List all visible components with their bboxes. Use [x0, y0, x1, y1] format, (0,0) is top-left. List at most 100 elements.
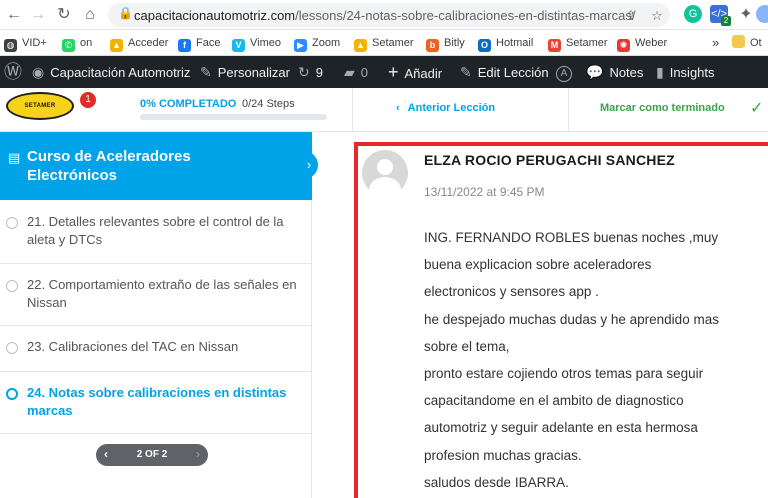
course-header: SETAMER 1 0% COMPLETADO 0/24 Steps ‹ Ante… [0, 88, 768, 132]
lesson-status-icon [6, 342, 18, 354]
lesson-item-24[interactable]: 24. Notas sobre calibraciones en distint… [0, 372, 312, 434]
gmail-icon: M [548, 39, 561, 52]
wordpress-icon[interactable]: Ⓦ [4, 56, 22, 88]
bookmark-item[interactable]: ◍ VID+ [4, 34, 47, 52]
profile-avatar[interactable] [756, 5, 768, 23]
grammarly-icon[interactable]: G [684, 5, 702, 23]
lesson-item-22[interactable]: 22. Comportamiento extraño de las señale… [0, 264, 312, 326]
star-icon[interactable]: ☆ [648, 7, 666, 25]
notes-menu[interactable]: 💬 Notes [586, 56, 643, 88]
plus-icon: + [388, 62, 399, 82]
pager-next-icon[interactable]: › [196, 447, 200, 461]
updates-icon: ↻ [298, 64, 310, 80]
new-label: Añadir [404, 66, 443, 81]
logo-text: SETAMER [24, 103, 56, 109]
address-bar[interactable]: 🔒 capacitacionautomotriz.com/lessons/24-… [108, 3, 670, 27]
other-bookmarks-label: Ot [750, 37, 762, 49]
home-icon[interactable]: ⌂ [80, 5, 100, 25]
drive-icon: ▲ [354, 39, 367, 52]
previous-lesson-label: Anterior Lección [407, 102, 496, 114]
comment-line: he despejado muchas dudas y he aprendido… [424, 311, 719, 327]
facebook-icon: f [178, 39, 191, 52]
back-icon[interactable]: ← [4, 5, 24, 25]
wp-admin-bar: Ⓦ ◉ Capacitación Automotriz ✎ Personalizar… [0, 56, 768, 88]
site-name: Capacitación Automotriz [50, 65, 191, 80]
comment-avatar [362, 150, 408, 196]
notes-icon: 💬 [586, 64, 604, 80]
a-icon[interactable]: A [556, 56, 578, 88]
share-icon[interactable]: ⇪ [622, 7, 640, 25]
bookmark-label: Zoom [312, 37, 341, 49]
book-icon: ▤ [8, 150, 21, 165]
vimeo-icon: V [232, 39, 245, 52]
customize-menu[interactable]: ✎ Personalizar [200, 56, 290, 88]
bookmark-item[interactable]: ✆ on [62, 34, 92, 52]
progress-bar [140, 114, 327, 120]
bookmark-item[interactable]: V Vimeo [232, 34, 281, 52]
bookmark-item[interactable]: f Face [178, 34, 220, 52]
puzzle-icon[interactable]: ✦ [736, 5, 756, 25]
url-path: /lessons/24-notas-sobre-calibraciones-en… [295, 8, 636, 23]
lesson-title: 22. Comportamiento extraño de las señale… [27, 277, 297, 310]
other-bookmarks[interactable]: Ot [732, 34, 762, 52]
whatsapp-icon: ✆ [62, 39, 75, 52]
comment-card: ELZA ROCIO PERUGACHI SANCHEZ 13/11/2022 … [354, 142, 768, 498]
course-title: Curso de Aceleradores Electrónicos [27, 148, 191, 184]
bookmark-label: Weber [635, 37, 668, 49]
bookmark-item[interactable]: ✺ Weber [617, 34, 667, 52]
zoom-icon: ▶ [294, 39, 307, 52]
bookmarks-more-button[interactable]: » [712, 34, 719, 52]
lesson-status-icon [6, 388, 18, 400]
bookmark-label: Vimeo [250, 37, 281, 49]
bookmark-label: Acceder [128, 37, 169, 49]
comment-line: ING. FERNANDO ROBLES buenas noches ,muy [424, 230, 719, 245]
customize-label: Personalizar [217, 65, 290, 80]
mark-complete-button[interactable]: Marcar como terminado [600, 102, 725, 114]
course-title-header[interactable]: ▤ Curso de Aceleradores Electrónicos [0, 132, 312, 200]
reload-icon[interactable]: ↻ [54, 5, 74, 25]
bookmark-item[interactable]: ▲ Setamer [354, 34, 414, 52]
forward-icon[interactable]: → [28, 5, 48, 25]
bookmark-item[interactable]: ▶ Zoom [294, 34, 340, 52]
bookmark-label: Hotmail [496, 37, 534, 49]
comment-date[interactable]: 13/11/2022 at 9:45 PM [424, 185, 545, 199]
weber-icon: ✺ [617, 39, 630, 52]
comment-line: profesion muchas gracias. [424, 447, 582, 463]
updates-menu[interactable]: ↻ 9 [298, 56, 323, 88]
insights-menu[interactable]: ▮ Insights [656, 56, 715, 88]
bookmark-item[interactable]: ▲ Acceder [110, 34, 168, 52]
comments-menu[interactable]: ▰ 0 [344, 56, 368, 88]
url-domain: capacitacionautomotriz.com [134, 8, 296, 23]
brush-icon: ✎ [200, 64, 212, 80]
comment-body: ING. FERNANDO ROBLES buenas noches ,muy b… [424, 224, 768, 496]
check-icon[interactable]: ✓ [750, 98, 763, 118]
previous-lesson-button[interactable]: ‹ Anterior Lección [396, 102, 495, 114]
edit-lesson-menu[interactable]: ✎ Edit Lección [460, 56, 549, 88]
comment-line: saludos desde IBARRA. [424, 474, 569, 490]
insights-label: Insights [669, 65, 715, 80]
lock-icon: 🔒 [118, 6, 133, 20]
comments-count: 0 [360, 65, 369, 80]
extension-badge: 2 [721, 16, 731, 26]
bookmark-label: VID+ [22, 37, 47, 49]
notes-label: Notes [609, 65, 644, 80]
lesson-item-21[interactable]: 21. Detalles relevantes sobre el control… [0, 200, 312, 264]
bookmark-item[interactable]: O Hotmail [478, 34, 533, 52]
bookmarks-bar: ◍ VID+ ✆ on ▲ Acceder f Face V Vimeo ▶ Zoom ▲ Setamer… [0, 30, 768, 56]
edit-label: Edit Lección [477, 65, 549, 80]
new-menu[interactable]: + Añadir [388, 56, 442, 88]
sidebar-toggle[interactable]: › [300, 151, 318, 179]
setamer-logo[interactable]: SETAMER [6, 92, 74, 120]
dashboard-icon: ◉ [32, 64, 45, 80]
comment-icon: ▰ [344, 64, 355, 80]
browser-toolbar: ← → ↻ ⌂ 🔒 capacitacionautomotriz.com/les… [0, 0, 768, 30]
lesson-status-icon [6, 280, 18, 292]
updates-count: 9 [315, 65, 323, 80]
lesson-status-icon [6, 217, 18, 229]
lesson-title: 23. Calibraciones del TAC en Nissan [27, 339, 239, 354]
bookmark-item[interactable]: b Bitly [426, 34, 465, 52]
lesson-item-23[interactable]: 23. Calibraciones del TAC en Nissan [0, 326, 312, 372]
bookmark-item[interactable]: M Setamer [548, 34, 608, 52]
bookmark-label: Bitly [444, 37, 465, 49]
site-menu[interactable]: ◉ Capacitación Automotriz [32, 56, 190, 88]
